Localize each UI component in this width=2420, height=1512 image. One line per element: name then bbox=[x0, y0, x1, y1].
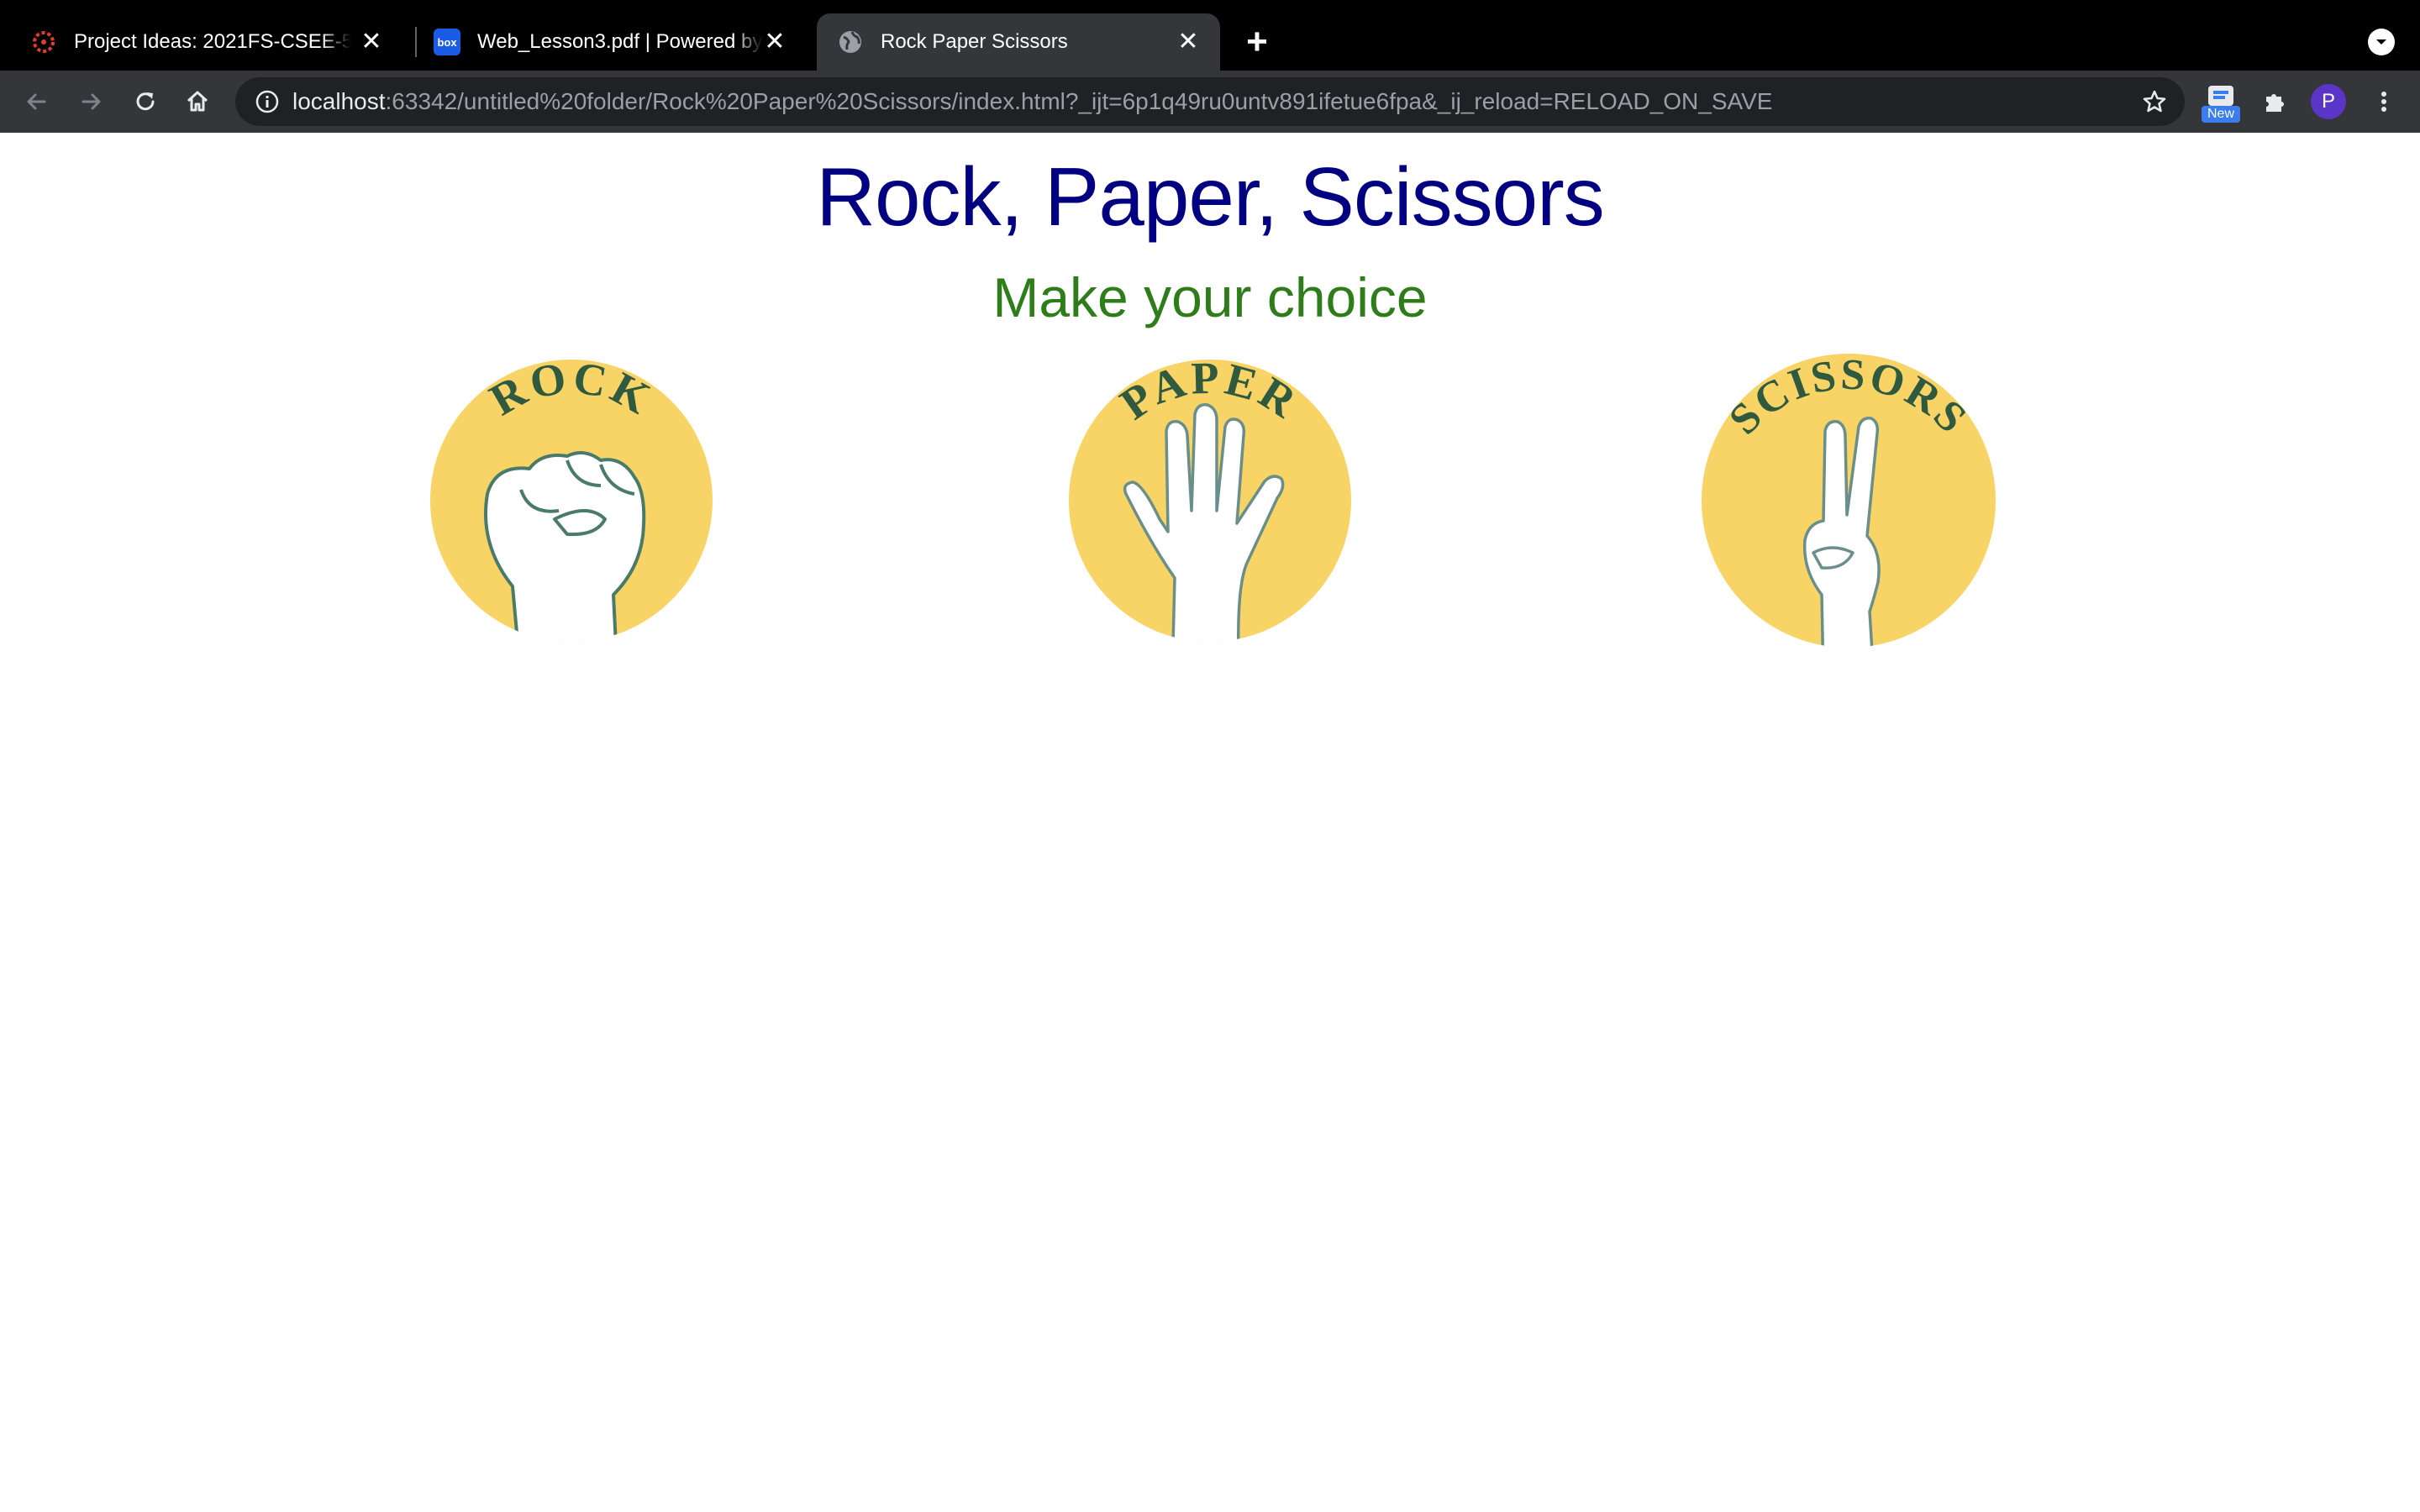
browser-menu-button[interactable] bbox=[2365, 82, 2403, 121]
paper-choice-button[interactable]: PAPER bbox=[1034, 343, 1386, 662]
chevron-down-icon bbox=[2376, 39, 2386, 45]
reload-icon bbox=[136, 92, 155, 111]
arrow-right-icon bbox=[82, 93, 101, 110]
forward-button[interactable] bbox=[72, 82, 111, 121]
page-content: Rock, Paper, Scissors Make your choice R… bbox=[0, 133, 2420, 1512]
url-path: :63342/untitled%20folder/Rock%20Paper%20… bbox=[385, 88, 1773, 114]
tab-label: Web_Lesson3.pdf | Powered by bbox=[477, 30, 763, 54]
arrow-left-icon bbox=[27, 93, 46, 110]
tab-web-lesson[interactable]: box Web_Lesson3.pdf | Powered by ✕ bbox=[434, 13, 807, 71]
tab-project-ideas[interactable]: Project Ideas: 2021FS-CSEE-5 ✕ bbox=[30, 13, 403, 71]
new-tab-button[interactable]: + bbox=[1239, 24, 1276, 60]
page-subtitle: Make your choice bbox=[992, 266, 1428, 328]
canvas-logo-icon bbox=[33, 31, 55, 53]
globe-icon bbox=[839, 31, 861, 53]
kebab-menu-icon bbox=[2381, 92, 2386, 112]
back-button[interactable] bbox=[17, 82, 55, 121]
tab-separator bbox=[415, 27, 417, 57]
new-badge: New bbox=[2202, 106, 2240, 123]
extension-new-button[interactable]: New bbox=[2200, 84, 2242, 123]
close-tab-icon[interactable]: ✕ bbox=[1175, 29, 1202, 55]
scissors-peace-icon: SCISSORS bbox=[1702, 351, 1996, 648]
puzzle-piece-icon bbox=[2266, 94, 2284, 112]
reload-button[interactable] bbox=[126, 82, 165, 121]
home-button[interactable] bbox=[178, 82, 217, 121]
browser-toolbar: localhost:63342/untitled%20folder/Rock%2… bbox=[0, 71, 2420, 133]
rock-fist-icon: ROCK bbox=[430, 352, 713, 642]
profile-avatar[interactable]: P bbox=[2311, 84, 2346, 119]
tab-label: Project Ideas: 2021FS-CSEE-5 bbox=[74, 30, 351, 54]
info-icon[interactable] bbox=[254, 88, 281, 115]
rock-choice-button[interactable]: ROCK bbox=[395, 343, 748, 662]
page-title: Rock, Paper, Scissors bbox=[816, 150, 1605, 243]
url-host: localhost bbox=[292, 88, 386, 114]
extension-logo-icon bbox=[2208, 86, 2233, 106]
scissors-choice-button[interactable]: SCISSORS bbox=[1672, 343, 2025, 662]
home-icon bbox=[187, 91, 208, 112]
tab-strip: Project Ideas: 2021FS-CSEE-5 ✕ box Web_L… bbox=[0, 0, 2420, 71]
tab-rock-paper-scissors[interactable]: Rock Paper Scissors ✕ bbox=[817, 13, 1220, 71]
close-tab-icon[interactable]: ✕ bbox=[761, 29, 788, 55]
address-bar[interactable]: localhost:63342/untitled%20folder/Rock%2… bbox=[235, 77, 2185, 126]
extensions-button[interactable] bbox=[2255, 82, 2294, 121]
close-tab-icon[interactable]: ✕ bbox=[358, 29, 385, 55]
paper-hand-icon: PAPER bbox=[1069, 353, 1351, 642]
box-logo-icon: box bbox=[434, 29, 460, 55]
tab-label: Rock Paper Scissors bbox=[881, 30, 1068, 53]
url-text[interactable]: localhost:63342/untitled%20folder/Rock%2… bbox=[292, 77, 1772, 126]
tab-search-button[interactable] bbox=[2368, 29, 2395, 55]
bookmark-star-icon[interactable] bbox=[2141, 88, 2168, 115]
